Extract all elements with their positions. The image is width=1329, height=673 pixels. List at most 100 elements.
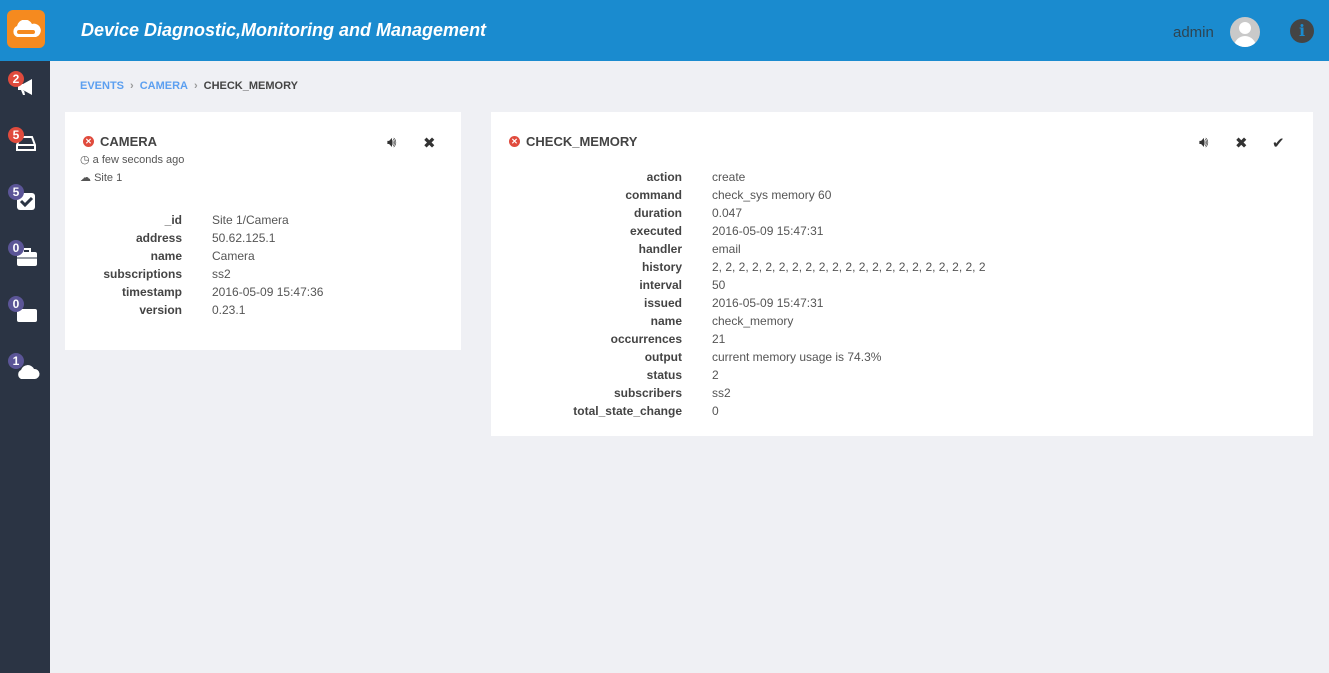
sidebar-item-clients[interactable]: 5 — [0, 122, 50, 162]
detail-key: subscribers — [613, 386, 682, 400]
critical-status-icon: ✕ — [83, 136, 94, 147]
detail-row: duration 0.047 — [491, 204, 986, 222]
detail-value: 2016-05-09 15:47:36 — [212, 285, 324, 299]
detail-row: output current memory usage is 74.3% — [491, 348, 986, 366]
sidebar-item-events[interactable]: 2 — [0, 66, 50, 106]
client-card: ✕ CAMERA ◷ a few seconds ago ☁ Site 1 🔊︎ … — [65, 112, 461, 350]
detail-key: command — [625, 188, 682, 202]
avatar[interactable] — [1230, 17, 1260, 47]
detail-key: version — [139, 303, 182, 317]
detail-key: status — [646, 368, 682, 382]
sidebar-item-checks[interactable]: 5 — [0, 179, 50, 219]
detail-value: 2 — [712, 368, 719, 382]
detail-value: email — [712, 242, 741, 256]
app-logo[interactable] — [7, 10, 45, 48]
detail-row: name Camera — [65, 247, 323, 265]
badge: 0 — [8, 296, 24, 312]
detail-row: action create — [491, 168, 986, 186]
detail-key: action — [646, 170, 682, 184]
detail-value: Camera — [212, 249, 255, 263]
breadcrumb-events[interactable]: EVENTS — [80, 80, 124, 92]
silence-button[interactable]: 🔊︎ — [387, 134, 396, 151]
detail-row: history 2, 2, 2, 2, 2, 2, 2, 2, 2, 2, 2, … — [491, 258, 986, 276]
detail-value: Site 1/Camera — [212, 213, 289, 227]
detail-row: interval 50 — [491, 276, 986, 294]
detail-key: name — [150, 249, 182, 263]
clock-icon: ◷ — [80, 154, 90, 166]
detail-value: check_sys memory 60 — [712, 188, 832, 202]
detail-key: executed — [629, 224, 682, 238]
breadcrumb: EVENTS › CAMERA › CHECK_MEMORY — [80, 80, 298, 92]
badge: 1 — [8, 353, 24, 369]
client-title[interactable]: CAMERA — [100, 134, 157, 149]
detail-row: total_state_change 0 — [491, 402, 986, 420]
detail-row: address 50.62.125.1 — [65, 229, 323, 247]
detail-value: ss2 — [712, 386, 731, 400]
detail-row: status 2 — [491, 366, 986, 384]
detail-row: handler email — [491, 240, 986, 258]
sidebar-item-aggregates[interactable]: 0 — [0, 291, 50, 331]
username[interactable]: admin — [1173, 24, 1214, 41]
close-icon: ✖ — [1235, 135, 1248, 152]
detail-key: address — [135, 231, 182, 245]
cloud-router-icon — [13, 20, 41, 37]
detail-key: duration — [634, 206, 682, 220]
volume-icon: 🔊︎ — [387, 134, 397, 151]
client-site[interactable]: Site 1 — [94, 172, 122, 184]
detail-value: 2, 2, 2, 2, 2, 2, 2, 2, 2, 2, 2, 2, 2, 2… — [712, 260, 986, 274]
badge: 2 — [8, 71, 24, 87]
detail-key: output — [644, 350, 682, 364]
detail-value: 2016-05-09 15:47:31 — [712, 296, 824, 310]
check-details: action create command check_sys memory 60 du… — [491, 168, 986, 420]
breadcrumb-camera[interactable]: CAMERA — [140, 80, 188, 92]
detail-row: subscribers ss2 — [491, 384, 986, 402]
detail-row: command check_sys memory 60 — [491, 186, 986, 204]
chevron-right-icon: › — [130, 80, 134, 92]
user-icon — [1234, 22, 1256, 47]
sidebar-item-stashes[interactable]: 0 — [0, 235, 50, 275]
detail-value: create — [712, 170, 746, 184]
detail-value: 50.62.125.1 — [212, 231, 276, 245]
detail-value: 0 — [712, 404, 719, 418]
detail-value: current memory usage is 74.3% — [712, 350, 882, 364]
header: Device Diagnostic,Monitoring and Managem… — [0, 0, 1329, 61]
client-details: _id Site 1/Camera address 50.62.125.1 name Ca… — [65, 211, 323, 319]
sidebar: 2 5 5 0 0 1 — [0, 61, 50, 673]
detail-key: occurrences — [610, 332, 682, 346]
detail-key: _id — [164, 213, 182, 227]
detail-key: issued — [643, 296, 682, 310]
detail-row: version 0.23.1 — [65, 301, 323, 319]
detail-key: total_state_change — [573, 404, 682, 418]
info-icon[interactable]: i — [1290, 19, 1314, 43]
detail-key: name — [650, 314, 682, 328]
detail-value: 21 — [712, 332, 726, 346]
detail-key: interval — [639, 278, 682, 292]
detail-key: handler — [638, 242, 682, 256]
badge: 0 — [8, 240, 24, 256]
checkmark-icon: ✔ — [1272, 135, 1285, 152]
check-title: CHECK_MEMORY — [526, 134, 638, 149]
detail-value: 2016-05-09 15:47:31 — [712, 224, 824, 238]
detail-value: 0.047 — [712, 206, 743, 220]
sidebar-item-datacenters[interactable]: 1 — [0, 348, 50, 388]
detail-value: ss2 — [212, 267, 231, 281]
close-icon: ✖ — [423, 135, 436, 152]
badge: 5 — [8, 184, 24, 200]
badge: 5 — [8, 127, 24, 143]
silence-button[interactable]: 🔊︎ — [1199, 134, 1208, 151]
app-title: Device Diagnostic,Monitoring and Managem… — [81, 20, 487, 40]
delete-button[interactable]: ✖ — [1235, 134, 1248, 152]
check-card: ✕ CHECK_MEMORY 🔊︎ ✖ ✔ action create command… — [491, 112, 1313, 436]
detail-value: 0.23.1 — [212, 303, 246, 317]
detail-row: name check_memory — [491, 312, 986, 330]
detail-value: check_memory — [712, 314, 794, 328]
resolve-button[interactable]: ✔ — [1272, 134, 1285, 152]
cloud-icon: ☁ — [80, 172, 91, 184]
breadcrumb-current: CHECK_MEMORY — [203, 80, 298, 92]
detail-value: 50 — [712, 278, 726, 292]
detail-row: executed 2016-05-09 15:47:31 — [491, 222, 986, 240]
detail-row: _id Site 1/Camera — [65, 211, 323, 229]
detail-key: subscriptions — [103, 267, 182, 281]
client-time: a few seconds ago — [92, 154, 185, 166]
delete-button[interactable]: ✖ — [423, 134, 436, 152]
